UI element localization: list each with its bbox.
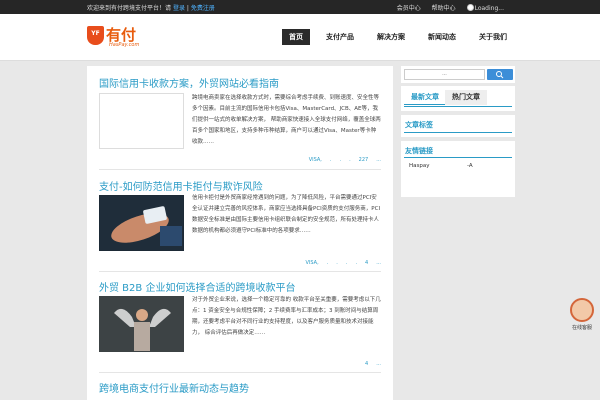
online-service-button[interactable]: 在线客服 xyxy=(568,298,596,336)
tab-latest[interactable]: 最新文章 xyxy=(404,90,446,105)
widget-title: 文章标签 xyxy=(405,121,433,129)
main-nav: 首页 支付产品 解决方案 新闻动态 关于我们 xyxy=(273,29,514,45)
site-logo[interactable]: YF 有付 HasPay.com xyxy=(87,24,147,52)
list-item: 支付-如何防范信用卡拒付与欺诈风险 xyxy=(99,178,381,193)
login-link[interactable]: 登录 xyxy=(173,5,185,12)
divider xyxy=(404,132,512,133)
widget-title: 友情链接 xyxy=(405,147,433,155)
search-icon xyxy=(496,71,504,79)
post-meta: 4... xyxy=(357,361,381,367)
nav-home[interactable]: 首页 xyxy=(282,29,310,45)
hand-card-image xyxy=(100,196,183,250)
link-haspay[interactable]: Haspay xyxy=(409,163,430,169)
loading-text: Loading... xyxy=(474,5,504,12)
tab-popular[interactable]: 热门文章 xyxy=(445,90,487,105)
post-meta: VISA,... 227... xyxy=(301,157,381,163)
divider xyxy=(99,169,381,170)
nav-solutions[interactable]: 解决方案 xyxy=(370,29,412,45)
post-list: 国际信用卡收款方案，外贸网站必看指南 跨境电商卖家在选择收款方式时，需要综合考虑… xyxy=(87,66,393,400)
post-thumbnail[interactable] xyxy=(99,296,184,352)
meta-item: . xyxy=(349,157,351,163)
site-header: YF 有付 HasPay.com 首页 支付产品 解决方案 新闻动态 关于我们 xyxy=(0,14,600,61)
divider xyxy=(99,372,381,373)
logo-subtext: HasPay.com xyxy=(109,42,140,48)
link-a[interactable]: -A xyxy=(467,163,473,169)
strong-woman-image xyxy=(100,297,183,351)
meta-tag[interactable]: VISA, xyxy=(309,157,322,163)
post-title[interactable]: 国际信用卡收款方案，外贸网站必看指南 xyxy=(99,75,381,90)
post-excerpt: 对于外贸企业来说，选择一个稳定可靠的 收款平台至关重要，需要考虑以下几点：1 资… xyxy=(192,297,381,336)
links-widget: 友情链接 Haspay -A xyxy=(401,141,515,197)
meta-tag[interactable]: VISA, xyxy=(305,260,318,266)
top-links: 会员中心 帮助中心 Loading... xyxy=(388,3,504,12)
search-input[interactable]: ... xyxy=(404,69,485,80)
meta-more[interactable]: ... xyxy=(376,361,381,367)
divider: | xyxy=(186,5,189,12)
avatar xyxy=(570,298,594,322)
help-center-link[interactable]: 帮助中心 xyxy=(432,5,456,12)
tags-widget: 文章标签 xyxy=(401,115,515,137)
post-title[interactable]: 外贸 B2B 企业如何选择合适的跨境收款平台 xyxy=(99,279,381,294)
post-title[interactable]: 支付-如何防范信用卡拒付与欺诈风险 xyxy=(99,178,381,193)
member-center-link[interactable]: 会员中心 xyxy=(397,5,421,12)
post-thumbnail[interactable] xyxy=(99,195,184,251)
welcome-text: 欢迎来到有付跨境支付平台！请 登录 | 免费注册 xyxy=(87,3,215,12)
meta-more[interactable]: ... xyxy=(376,260,381,266)
meta-views: 4 xyxy=(365,260,369,266)
loading-indicator: Loading... xyxy=(466,4,504,12)
meta-item: . xyxy=(329,157,332,163)
meta-item: . xyxy=(345,260,348,266)
tabs-widget: 最新文章 热门文章 xyxy=(401,86,515,111)
post-excerpt: 跨境电商卖家在选择收款方式时，需要综合考虑手续费、到账速度、安全性等多个因素。目… xyxy=(192,95,381,145)
meta-item: . xyxy=(326,260,329,266)
online-service-label: 在线客服 xyxy=(571,325,592,331)
search-button[interactable] xyxy=(487,69,513,80)
meta-item: . xyxy=(355,260,358,266)
loading-icon xyxy=(466,4,474,11)
nav-news[interactable]: 新闻动态 xyxy=(421,29,463,45)
post-excerpt: 信用卡拒付是外贸商家经常遇到的问题，为了降低风险，平台需要通过PCI安全认证并建… xyxy=(192,195,381,234)
post-thumbnail[interactable] xyxy=(99,93,184,149)
list-item: 外贸 B2B 企业如何选择合适的跨境收款平台 xyxy=(99,279,381,294)
nav-about[interactable]: 关于我们 xyxy=(472,29,514,45)
shield-logo-icon: YF xyxy=(87,26,104,45)
divider xyxy=(99,271,381,272)
welcome-message: 欢迎来到有付跨境支付平台！请 xyxy=(87,5,172,12)
meta-views: 227 xyxy=(358,157,369,163)
meta-more[interactable]: ... xyxy=(376,157,381,163)
register-link[interactable]: 免费注册 xyxy=(191,5,215,12)
search-widget: ... xyxy=(401,66,515,83)
post-meta: VISA,.... 4... xyxy=(297,260,381,266)
list-item: 跨境电商支付行业最新动态与趋势 xyxy=(99,380,381,395)
top-bar: 欢迎来到有付跨境支付平台！请 登录 | 免费注册 会员中心 帮助中心 Loadi… xyxy=(0,0,600,14)
list-item: 国际信用卡收款方案，外贸网站必看指南 xyxy=(99,75,381,90)
nav-products[interactable]: 支付产品 xyxy=(319,29,361,45)
divider xyxy=(404,157,512,158)
post-title[interactable]: 跨境电商支付行业最新动态与趋势 xyxy=(99,380,381,395)
meta-item: . xyxy=(339,157,342,163)
divider xyxy=(404,106,512,107)
meta-views: 4 xyxy=(365,361,369,367)
meta-item: . xyxy=(336,260,338,266)
